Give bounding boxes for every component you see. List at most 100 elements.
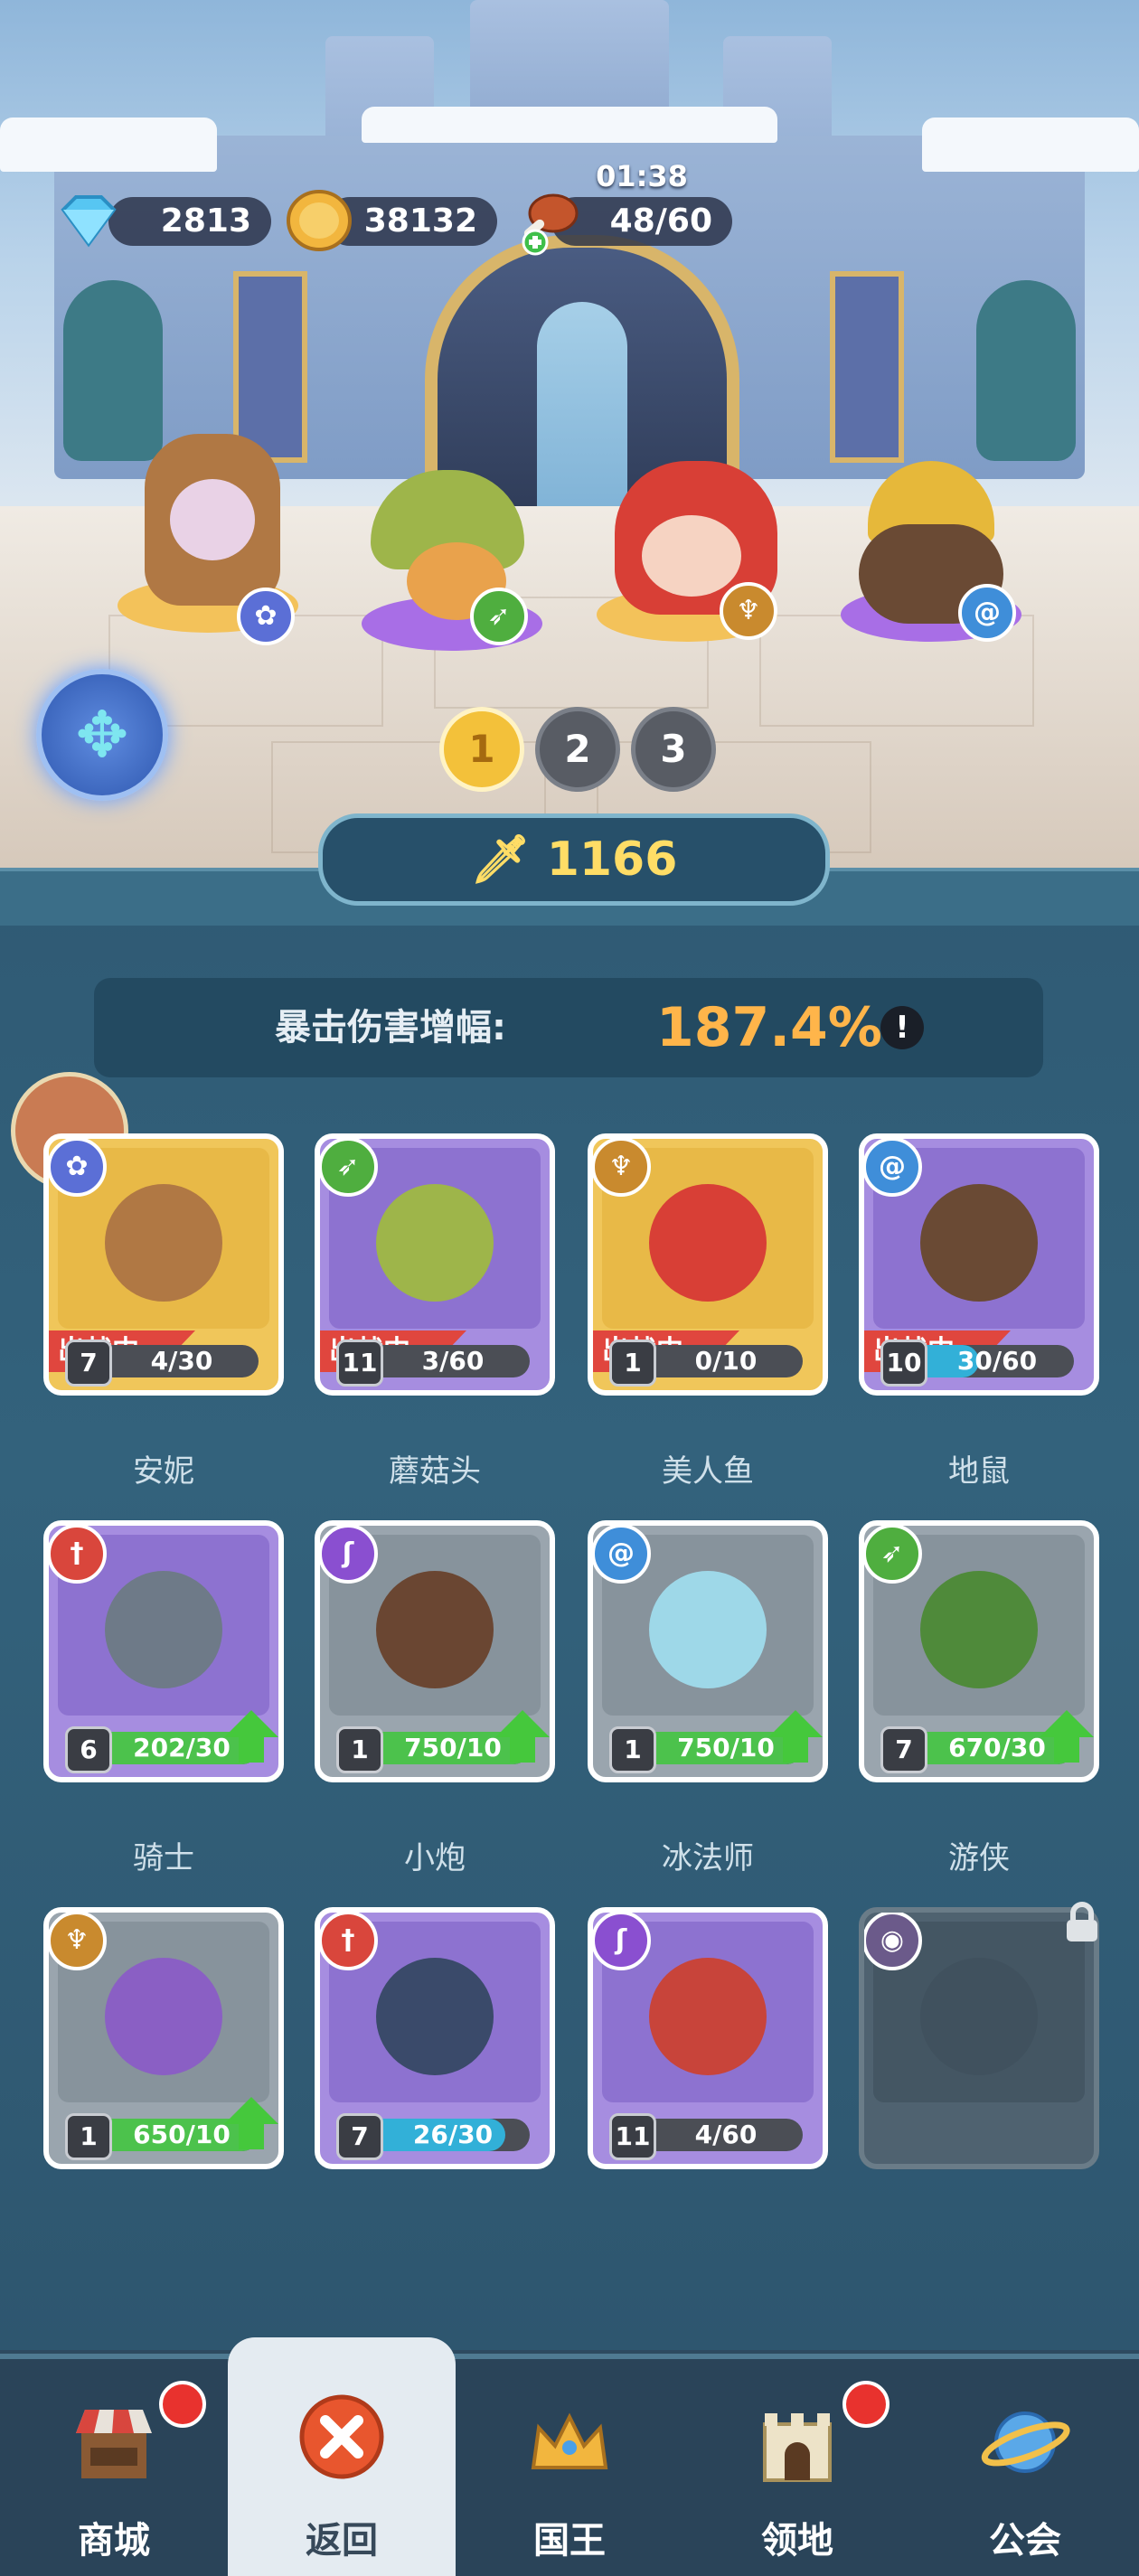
wings-icon: ♆ bbox=[49, 1913, 107, 1970]
hero-figure bbox=[920, 1571, 1038, 1688]
hero-figure bbox=[649, 1958, 767, 2075]
sword-icon: 🗡 bbox=[470, 832, 531, 887]
eye-icon: ◉ bbox=[864, 1913, 922, 1970]
hero-figure bbox=[649, 1184, 767, 1302]
info-button[interactable]: ! bbox=[880, 1006, 924, 1049]
notification-dot bbox=[159, 2381, 206, 2428]
nav-label: 公会 bbox=[989, 2520, 1061, 2562]
hero-card[interactable]: ➶出战中113/60 bbox=[315, 1133, 555, 1396]
spiral-icon: @ bbox=[864, 1139, 922, 1197]
hero-figure bbox=[376, 1958, 494, 2075]
hero-name: 冰法师 bbox=[662, 1840, 754, 1876]
gem-value: 2813 bbox=[160, 202, 251, 240]
tree bbox=[976, 280, 1076, 461]
stamina-value: 48/60 bbox=[609, 202, 712, 240]
hero-card[interactable]: † 7 26/30 bbox=[315, 1907, 555, 2169]
gem-counter[interactable]: 2813 bbox=[108, 197, 271, 246]
hero-card[interactable]: † 6 202/30 bbox=[43, 1520, 284, 1782]
bow-icon: ➶ bbox=[470, 588, 528, 645]
nav-close[interactable]: 返回 bbox=[228, 2337, 456, 2576]
nav-label: 返回 bbox=[306, 2520, 378, 2562]
notification-dot bbox=[842, 2381, 890, 2428]
coin-value: 38132 bbox=[363, 202, 477, 240]
crown-icon bbox=[524, 2397, 615, 2487]
power-value: 🗡 1166 bbox=[470, 832, 678, 887]
hero-card[interactable]: ʃ 11 4/60 bbox=[588, 1907, 828, 2169]
spiral-icon: @ bbox=[593, 1526, 651, 1584]
spiral-icon: @ bbox=[958, 584, 1016, 642]
nav-label: 国王 bbox=[533, 2520, 606, 2562]
crit-bonus-box: 暴击伤害增幅: 187.4% ! bbox=[94, 978, 1043, 1077]
sword-icon: † bbox=[49, 1526, 107, 1584]
tree bbox=[63, 280, 163, 461]
castle-background: 2813 38132 48/60 01:38 ✿ ➶ ♆ @ ✥ 1 2 3 bbox=[0, 0, 1139, 868]
crit-label: 暴击伤害增幅: bbox=[275, 1007, 506, 1048]
hero-name: 美人鱼 bbox=[662, 1453, 754, 1490]
upgrade-arrow-icon bbox=[224, 2097, 278, 2149]
hero-card[interactable]: ◉ bbox=[859, 1907, 1099, 2169]
roof-snow bbox=[362, 107, 777, 143]
hero-name: 安妮 bbox=[133, 1453, 194, 1490]
formation-button[interactable]: ✥ bbox=[36, 669, 168, 801]
nav-planet[interactable]: 公会 bbox=[911, 2359, 1139, 2576]
hero-figure bbox=[376, 1571, 494, 1688]
hero-card[interactable]: ʃ 1 750/10 bbox=[315, 1520, 555, 1782]
team-power: 🗡 1166 bbox=[318, 813, 830, 906]
upgrade-arrow-icon bbox=[1040, 1710, 1094, 1763]
coin-icon bbox=[287, 190, 352, 251]
hero-bear-face bbox=[170, 479, 255, 560]
stamina-timer: 01:38 bbox=[596, 159, 688, 193]
wings-icon: ♆ bbox=[593, 1139, 651, 1197]
hero-figure bbox=[649, 1571, 767, 1688]
hero-figure bbox=[105, 1571, 222, 1688]
page-button-1[interactable]: 1 bbox=[439, 707, 524, 792]
hero-card[interactable]: ♆出战中10/10 bbox=[588, 1133, 828, 1396]
staff-icon: ʃ bbox=[320, 1526, 378, 1584]
card-progress-text: 26/30 bbox=[412, 2120, 494, 2149]
upgrade-arrow-icon bbox=[495, 1710, 550, 1763]
hero-figure bbox=[105, 1184, 222, 1302]
page-button-3[interactable]: 3 bbox=[631, 707, 716, 792]
paw-icon: ✿ bbox=[49, 1139, 107, 1197]
gem-icon bbox=[61, 195, 117, 248]
castle-icon bbox=[752, 2397, 842, 2487]
hero-mermaid-face bbox=[642, 515, 741, 597]
hero-name: 地鼠 bbox=[948, 1453, 1010, 1490]
card-progress-text: 4/60 bbox=[694, 2120, 758, 2149]
bottom-nav: 商城 返回 国王 领地 公会 bbox=[0, 2337, 1139, 2576]
bow-icon: ➶ bbox=[864, 1526, 922, 1584]
hero-card[interactable]: @1 750/10 bbox=[588, 1520, 828, 1782]
banner bbox=[830, 271, 904, 463]
nav-crown[interactable]: 国王 bbox=[456, 2359, 683, 2576]
card-progress-text: 4/30 bbox=[150, 1346, 213, 1376]
card-progress-bar: 1 0/10 bbox=[609, 1340, 803, 1387]
shop-icon bbox=[69, 2397, 159, 2487]
page-button-2[interactable]: 2 bbox=[535, 707, 620, 792]
hero-figure bbox=[105, 1958, 222, 2075]
roof-snow bbox=[922, 118, 1139, 172]
hero-figure bbox=[920, 1184, 1038, 1302]
hero-card[interactable]: ➶ 7 670/30 bbox=[859, 1520, 1099, 1782]
roof-snow bbox=[0, 118, 217, 172]
card-progress-text: 3/60 bbox=[421, 1346, 485, 1376]
nav-label: 商城 bbox=[78, 2520, 150, 2562]
nav-label: 领地 bbox=[761, 2520, 833, 2562]
paw-icon: ✿ bbox=[237, 588, 295, 645]
card-progress-bar: 7 26/30 bbox=[336, 2113, 530, 2160]
hero-card[interactable]: ✿出战中74/30 bbox=[43, 1133, 284, 1396]
meat-icon bbox=[522, 193, 579, 256]
wings-icon: ♆ bbox=[720, 582, 777, 640]
planet-icon bbox=[980, 2397, 1070, 2487]
lock-icon bbox=[1067, 1902, 1097, 1941]
upgrade-arrow-icon bbox=[768, 1710, 823, 1763]
hero-name: 小炮 bbox=[404, 1840, 466, 1876]
hero-card[interactable]: @出战中1030/60 bbox=[859, 1133, 1099, 1396]
banner bbox=[233, 271, 307, 463]
card-progress-text: 0/10 bbox=[694, 1346, 758, 1376]
hero-figure bbox=[376, 1184, 494, 1302]
close-icon bbox=[297, 2392, 387, 2482]
hero-name: 蘑菇头 bbox=[389, 1453, 481, 1490]
hero-card[interactable]: ♆ 1 650/10 bbox=[43, 1907, 284, 2169]
card-progress-text: 30/60 bbox=[956, 1346, 1038, 1376]
card-progress-bar: 11 4/60 bbox=[609, 2113, 803, 2160]
